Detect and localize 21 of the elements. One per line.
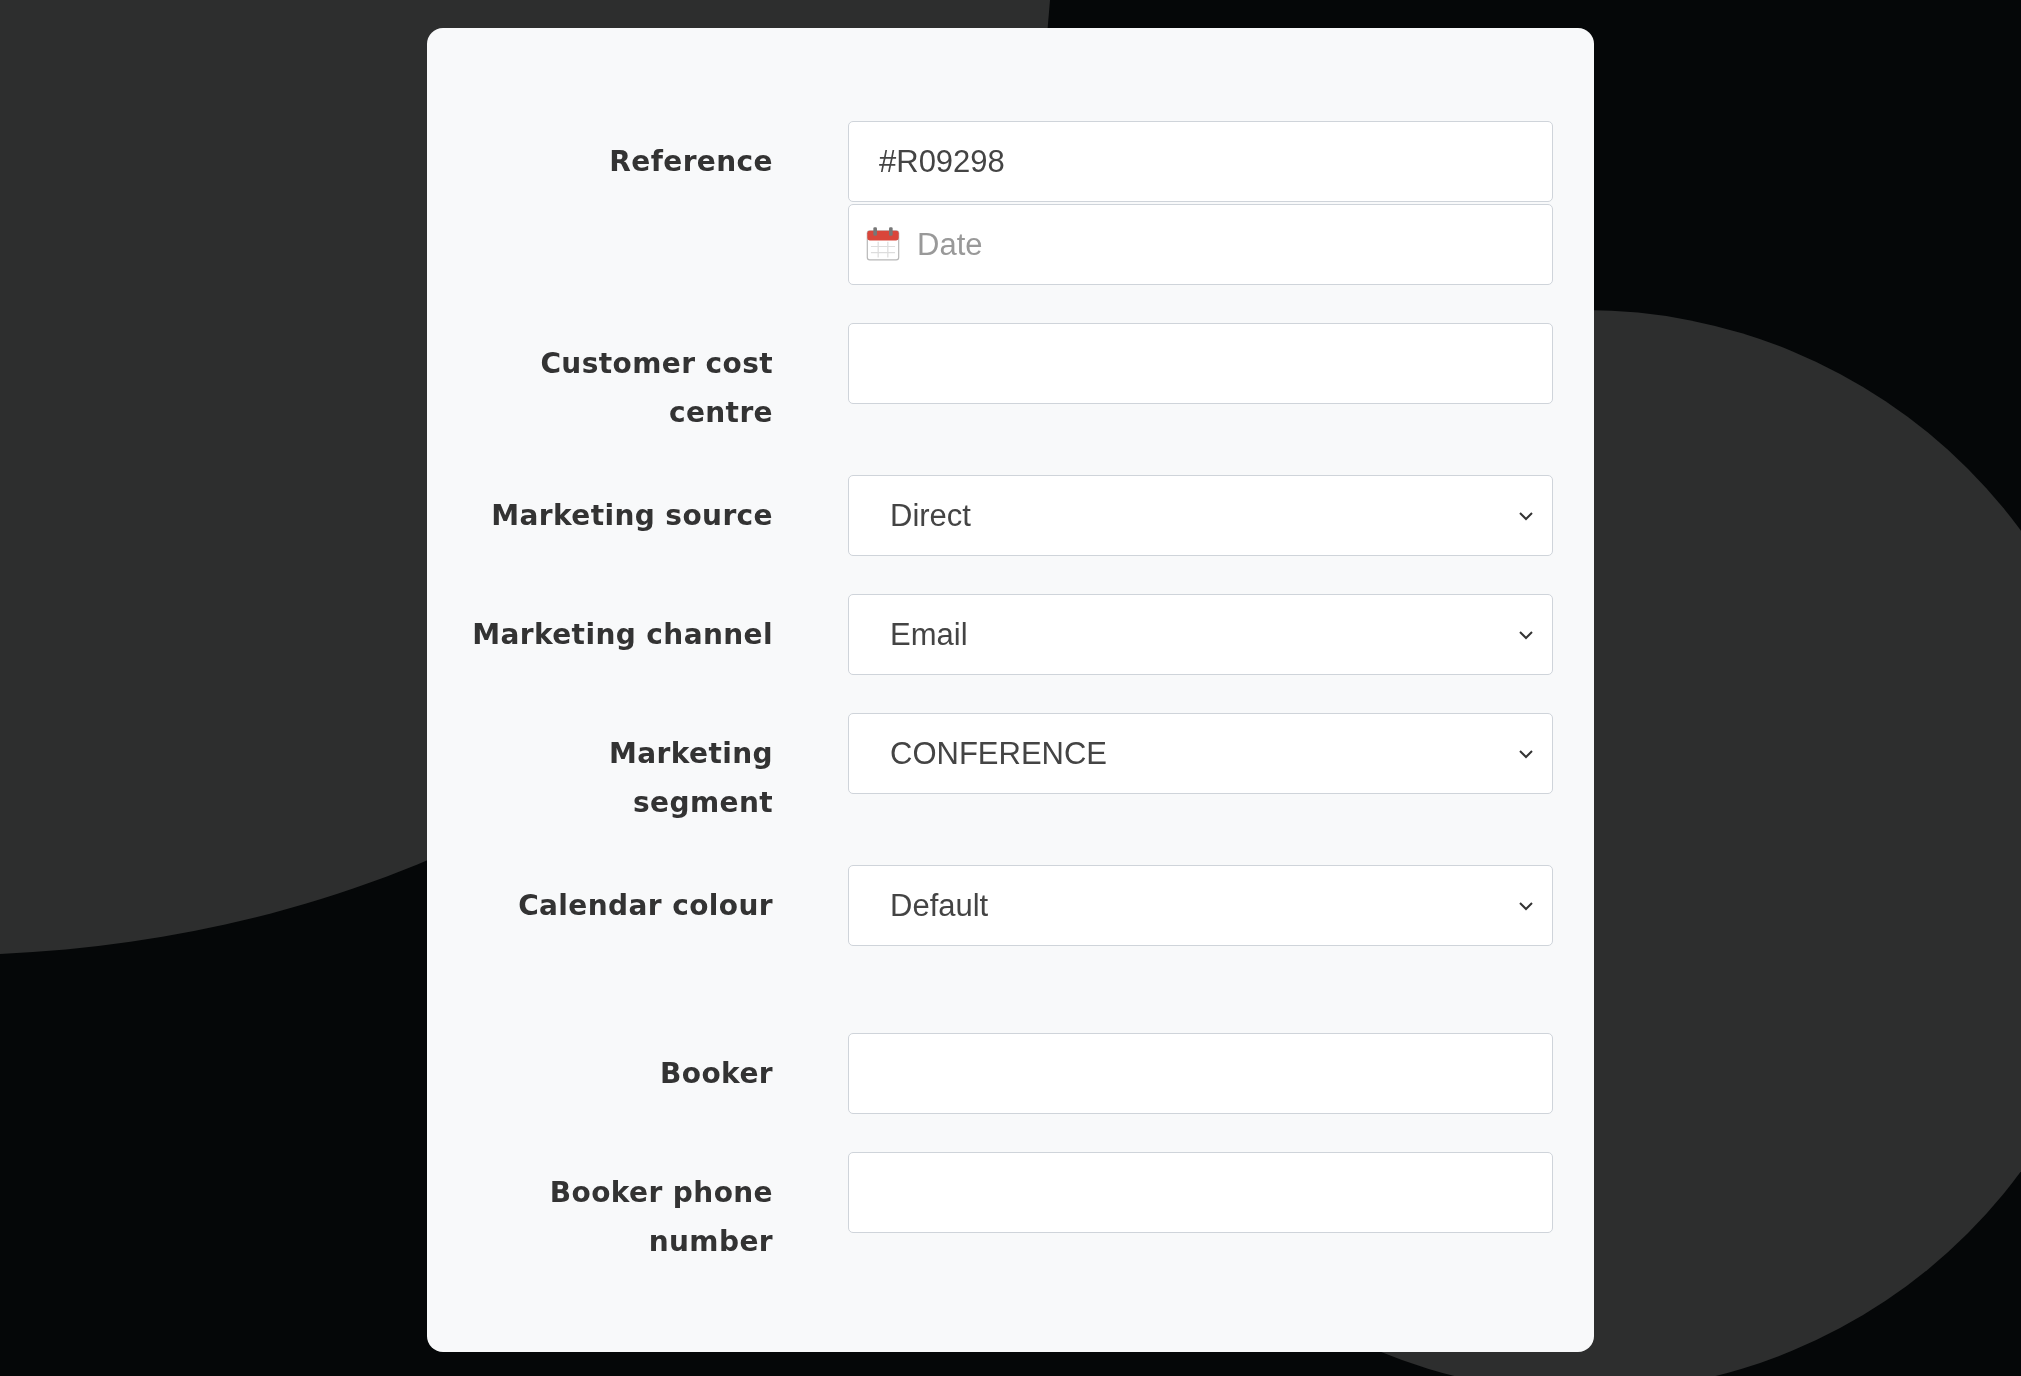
chevron-down-icon bbox=[1518, 510, 1534, 521]
text-field[interactable] bbox=[848, 1033, 1553, 1114]
field-label: Marketing segment bbox=[608, 736, 773, 821]
date-field[interactable]: Date bbox=[848, 204, 1553, 285]
chevron-down-icon bbox=[1518, 748, 1534, 759]
field-label: Reference bbox=[608, 144, 773, 180]
text-field[interactable] bbox=[848, 1152, 1553, 1233]
dropdown[interactable]: Email bbox=[848, 594, 1553, 675]
dropdown[interactable]: CONFERENCE bbox=[848, 713, 1553, 794]
field-label: Marketing source bbox=[490, 498, 773, 534]
dropdown[interactable]: Default bbox=[848, 865, 1553, 946]
text-field[interactable]: #R09298 bbox=[848, 121, 1553, 202]
field-label: Calendar colour bbox=[517, 888, 773, 924]
field-label: Marketing channel bbox=[471, 617, 773, 653]
dropdown[interactable]: Direct bbox=[848, 475, 1553, 556]
chevron-down-icon bbox=[1518, 629, 1534, 640]
field-label: Booker bbox=[659, 1056, 773, 1092]
chevron-down-icon bbox=[1518, 900, 1534, 911]
text-field[interactable] bbox=[848, 323, 1553, 404]
field-label: Booker phone number bbox=[548, 1175, 773, 1260]
field-label: Customer cost centre bbox=[539, 346, 773, 431]
